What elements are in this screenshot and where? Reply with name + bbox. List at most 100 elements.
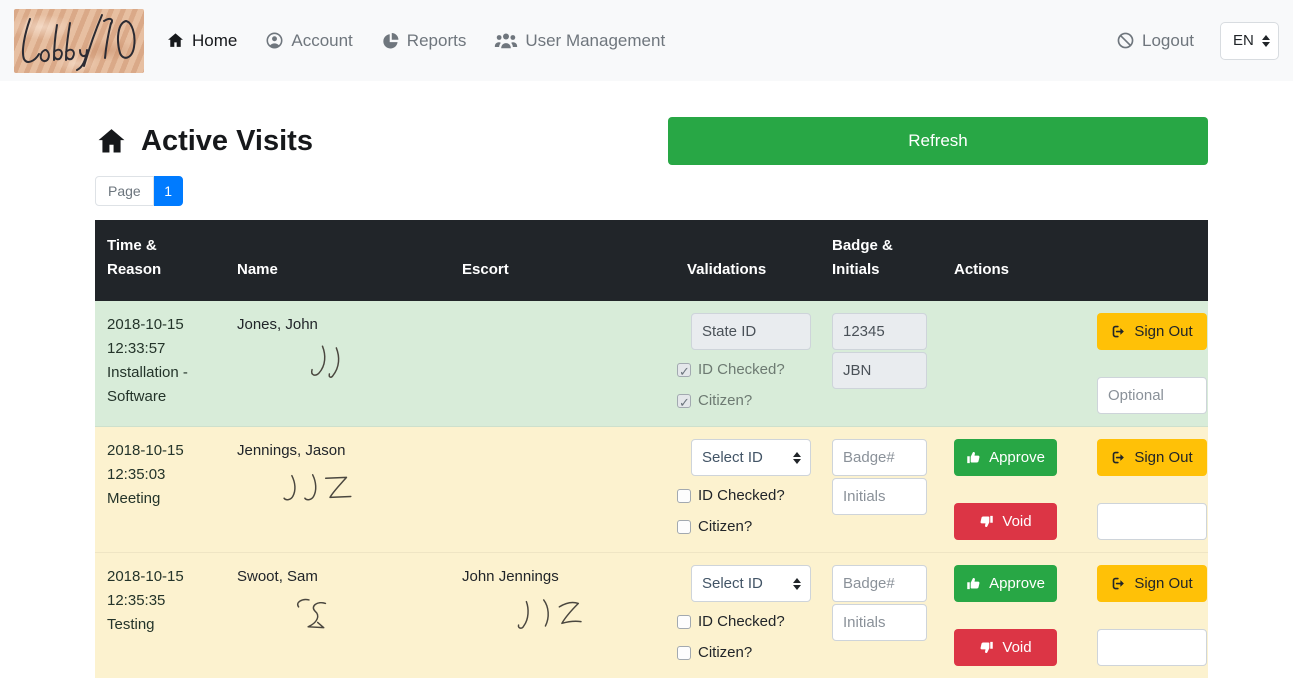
sign-out-label: Sign Out	[1134, 449, 1192, 466]
visitor-name: Jones, John	[237, 313, 438, 337]
id-type-input	[691, 313, 811, 350]
id-checked-label: ID Checked?	[698, 610, 785, 634]
time-reason-cell: 2018-10-15 12:33:57 Installation - Softw…	[95, 301, 225, 427]
badge-input[interactable]	[832, 565, 927, 602]
top-navbar: Home Account Reports User Management	[0, 0, 1293, 81]
citizen-checkbox[interactable]	[677, 646, 691, 660]
pie-chart-icon	[381, 31, 400, 50]
void-button[interactable]: Void	[954, 629, 1057, 666]
ban-icon	[1116, 31, 1135, 50]
nav-item-reports[interactable]: Reports	[381, 31, 467, 51]
nav-item-label: Reports	[407, 31, 467, 51]
citizen-label: Citizen?	[698, 641, 752, 665]
col-header-escort: Escort	[450, 220, 675, 301]
nav-item-label: Home	[192, 31, 237, 51]
citizen-checkbox	[677, 394, 691, 408]
visitor-name: Jennings, Jason	[237, 439, 438, 463]
sign-out-button[interactable]: Sign Out	[1097, 439, 1207, 476]
refresh-button[interactable]: Refresh	[668, 117, 1208, 165]
name-cell: Swoot, Sam	[225, 553, 450, 679]
actions-cell: Sign Out	[942, 301, 1208, 427]
sign-out-note-input[interactable]	[1097, 503, 1207, 540]
language-select-wrap: EN	[1220, 22, 1279, 60]
pagination-label: Page	[95, 176, 154, 206]
citizen-label: Citizen?	[698, 515, 752, 539]
badge-input[interactable]	[832, 439, 927, 476]
visit-reason: Meeting	[107, 487, 213, 511]
thumbs-up-icon	[966, 576, 981, 591]
language-select[interactable]: EN	[1220, 22, 1279, 60]
id-checked-checkbox	[677, 363, 691, 377]
sign-out-icon	[1111, 576, 1126, 591]
id-type-select[interactable]: Select ID	[691, 565, 811, 602]
visit-row: 2018-10-15 12:33:57 Installation - Softw…	[95, 301, 1208, 427]
escort-cell	[450, 427, 675, 553]
navbar-right: Logout EN	[1116, 22, 1279, 60]
sign-out-note-input[interactable]	[1097, 377, 1207, 414]
nav-item-account[interactable]: Account	[265, 31, 352, 51]
thumbs-down-icon	[979, 640, 994, 655]
visit-reason: Installation - Software	[107, 361, 213, 409]
void-label: Void	[1002, 513, 1031, 530]
citizen-checkbox[interactable]	[677, 520, 691, 534]
sign-out-icon	[1111, 450, 1126, 465]
id-checked-checkbox[interactable]	[677, 615, 691, 629]
visit-time: 2018-10-15 12:35:03	[107, 439, 213, 487]
approve-label: Approve	[989, 575, 1045, 592]
approve-button[interactable]: Approve	[954, 439, 1057, 476]
nav-item-home[interactable]: Home	[166, 31, 237, 51]
col-header-badge-initials: Badge & Initials	[820, 220, 942, 301]
validations-cell: Select ID ID Checked? Citizen?	[675, 553, 820, 679]
users-icon	[494, 31, 518, 50]
badge-initials-cell	[820, 553, 942, 679]
visit-row: 2018-10-15 12:35:35 Testing Swoot, Sam J…	[95, 553, 1208, 679]
page-title-text: Active Visits	[141, 125, 313, 158]
visitor-signature	[275, 467, 385, 519]
pagination: Page 1	[95, 176, 183, 206]
user-circle-icon	[265, 31, 284, 50]
initials-input[interactable]	[832, 604, 927, 641]
nav-item-label: User Management	[525, 31, 665, 51]
col-header-validations: Validations	[675, 220, 820, 301]
visit-reason: Testing	[107, 613, 213, 637]
void-button[interactable]: Void	[954, 503, 1057, 540]
approve-button[interactable]: Approve	[954, 565, 1057, 602]
col-header-time-reason: Time & Reason	[95, 220, 225, 301]
id-checked-checkbox[interactable]	[677, 489, 691, 503]
table-header-row: Time & Reason Name Escort Validations Ba…	[95, 220, 1208, 301]
id-type-select-wrap: Select ID	[677, 565, 811, 602]
nav-links: Home Account Reports User Management	[166, 31, 1116, 51]
badge-initials-cell	[820, 427, 942, 553]
home-icon	[95, 125, 128, 158]
citizen-label: Citizen?	[698, 389, 752, 413]
validations-cell: ID Checked? Citizen?	[675, 301, 820, 427]
col-header-name: Name	[225, 220, 450, 301]
sign-out-button[interactable]: Sign Out	[1097, 565, 1207, 602]
visit-time: 2018-10-15 12:33:57	[107, 313, 213, 361]
escort-cell	[450, 301, 675, 427]
initials-input	[832, 352, 927, 389]
id-checked-label: ID Checked?	[698, 484, 785, 508]
nav-item-user-management[interactable]: User Management	[494, 31, 665, 51]
sign-out-note-input[interactable]	[1097, 629, 1207, 666]
page-title: Active Visits	[95, 125, 313, 158]
sign-out-button[interactable]: Sign Out	[1097, 313, 1207, 350]
initials-input[interactable]	[832, 478, 927, 515]
id-type-select-wrap: Select ID	[677, 439, 811, 476]
visit-row: 2018-10-15 12:35:03 Meeting Jennings, Ja…	[95, 427, 1208, 553]
visit-time: 2018-10-15 12:35:35	[107, 565, 213, 613]
visitor-signature	[282, 341, 382, 393]
sign-out-label: Sign Out	[1134, 323, 1192, 340]
logout-link[interactable]: Logout	[1116, 31, 1194, 51]
time-reason-cell: 2018-10-15 12:35:03 Meeting	[95, 427, 225, 553]
escort-cell: John Jennings	[450, 553, 675, 679]
escort-name: John Jennings	[462, 565, 663, 589]
id-type-select[interactable]: Select ID	[691, 439, 811, 476]
pagination-page-1[interactable]: 1	[154, 176, 183, 206]
thumbs-up-icon	[966, 450, 981, 465]
sign-out-label: Sign Out	[1134, 575, 1192, 592]
time-reason-cell: 2018-10-15 12:35:35 Testing	[95, 553, 225, 679]
main-content: Active Visits Refresh Page 1 Time & Reas…	[95, 117, 1208, 678]
brand-logo[interactable]	[14, 9, 144, 73]
void-label: Void	[1002, 639, 1031, 656]
